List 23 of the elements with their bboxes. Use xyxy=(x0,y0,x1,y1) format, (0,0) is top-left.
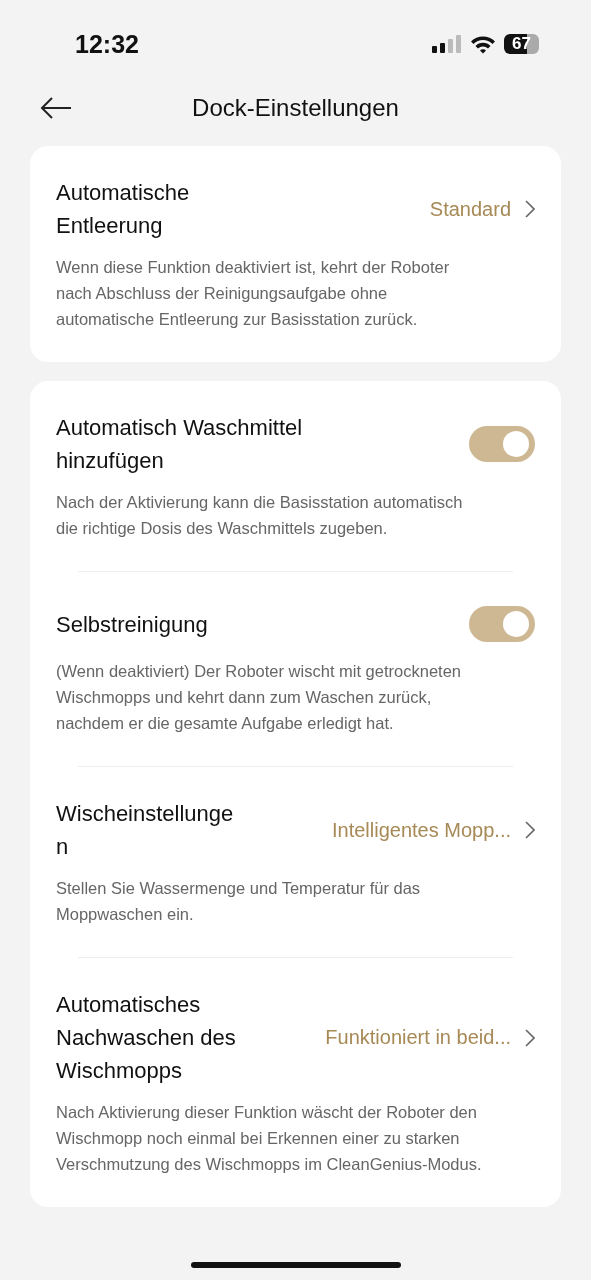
setting-title: Wischeinstellungen xyxy=(56,800,235,861)
chevron-right-icon[interactable] xyxy=(525,821,535,839)
setting-value[interactable]: Funktioniert in beid... xyxy=(244,1026,511,1049)
setting-title: Automatisch Waschmittel hinzufügen xyxy=(56,414,304,475)
setting-description: Nach Aktivierung dieser Funktion wäscht der Roboter den Wischmopp noch einmal bei Erkennen einer zu starken Verschmutzung des Wischmopps im CleanGenius-Modus. xyxy=(56,1102,483,1175)
setting-title: Selbstreinigung xyxy=(56,610,209,639)
status-time: 12:32 xyxy=(75,29,139,59)
chevron-right-icon[interactable] xyxy=(525,1028,535,1047)
setting-title: Automatische Entleerung xyxy=(56,179,191,240)
setting-description: Nach der Aktivierung kann die Basisstation automatisch die richtige Dosis des Waschmittels zugeben. xyxy=(56,492,464,539)
back-arrow-icon[interactable] xyxy=(40,97,72,119)
wifi-icon xyxy=(470,34,497,54)
signal-icon xyxy=(432,35,463,53)
setting-description: Stellen Sie Wassermenge und Temperatur für das Moppwaschen ein. xyxy=(56,878,422,925)
page-title: Dock-Einstellungen xyxy=(192,94,399,122)
setting-value[interactable]: Intelligentes Mopp... xyxy=(244,818,511,842)
setting-description: (Wenn deaktiviert) Der Roboter wischt mit getrockneten Wischmopps und kehrt dann zum Waschen zurück, nachdem er die gesamte Aufgabe erledigt hat. xyxy=(56,661,463,734)
chevron-right-icon[interactable] xyxy=(525,200,535,218)
toggle-switch[interactable] xyxy=(469,606,535,642)
setting-description: Wenn diese Funktion deaktiviert ist, kehrt der Roboter nach Abschluss der Reinigungsaufgabe ohne automatische Entleerung zur Basisstation zurück. xyxy=(56,257,451,330)
setting-value[interactable]: Standard xyxy=(244,197,511,221)
toggle-switch[interactable] xyxy=(469,426,535,462)
setting-title: Automatisches Nachwaschen des Wischmopps xyxy=(56,991,237,1085)
